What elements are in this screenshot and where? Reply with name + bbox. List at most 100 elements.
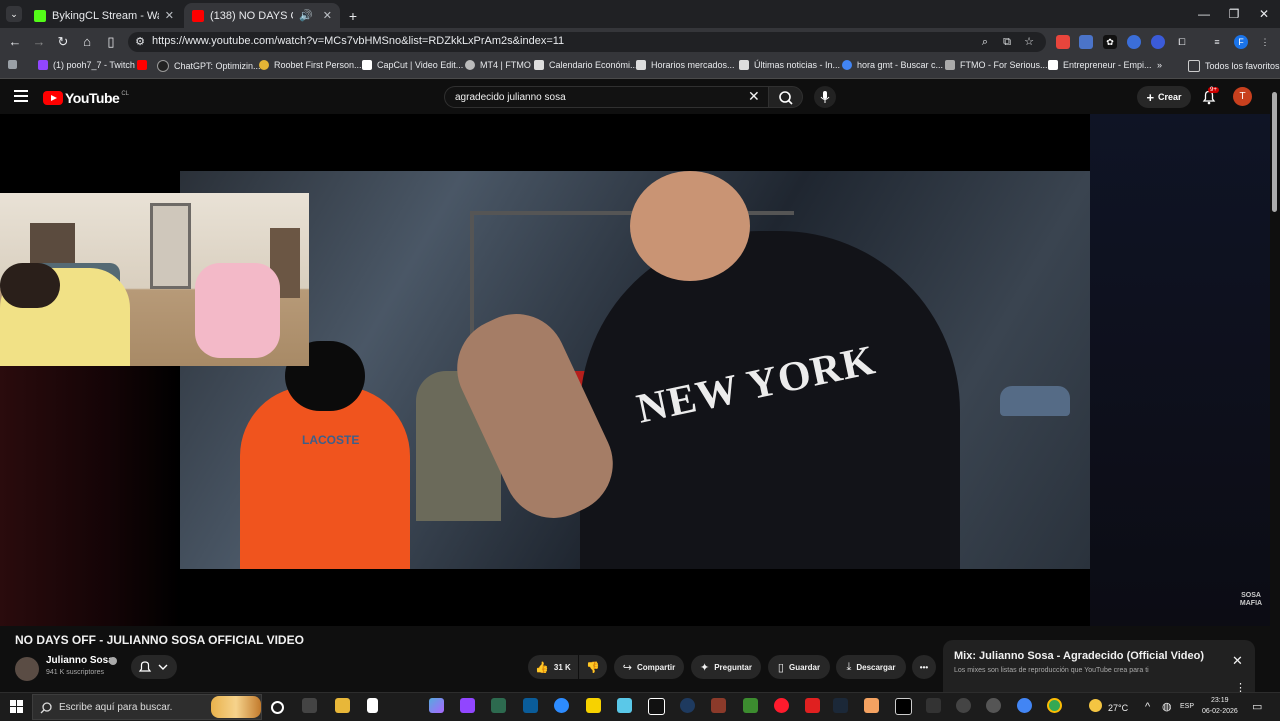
close-tab-icon[interactable]: ✕ xyxy=(323,9,332,22)
close-tab-icon[interactable]: ✕ xyxy=(165,9,174,22)
mix-title[interactable]: Mix: Julianno Sosa - Agradecido (Officia… xyxy=(954,650,1204,662)
video-frame[interactable]: LACOSTE NEW YORK xyxy=(180,171,1090,569)
task-view-icon[interactable] xyxy=(302,698,317,713)
tab-search-icon[interactable]: ⌄ xyxy=(6,6,22,22)
zoom-icon[interactable] xyxy=(554,698,569,713)
all-bookmarks-folder[interactable]: Todos los favoritos xyxy=(1188,60,1280,72)
voice-search-button[interactable] xyxy=(814,86,836,108)
language-indicator[interactable]: ESP xyxy=(1180,703,1194,710)
zoom-icon[interactable]: ⌕ xyxy=(978,35,992,49)
hamburger-menu-icon[interactable] xyxy=(14,90,28,102)
bookmark-mt4[interactable]: MT4 | FTMO xyxy=(465,60,531,70)
profile-avatar[interactable]: F xyxy=(1234,35,1248,49)
apps-icon[interactable] xyxy=(8,60,22,69)
network-globe-icon[interactable]: ◍ xyxy=(1162,700,1172,713)
forward-icon[interactable]: → xyxy=(30,33,48,51)
more-actions-icon[interactable]: ••• xyxy=(912,655,936,679)
weather-temperature[interactable]: 27°C xyxy=(1108,703,1128,713)
app-icon[interactable] xyxy=(926,698,941,713)
extension-icon[interactable] xyxy=(1151,35,1165,49)
opera-icon[interactable] xyxy=(774,698,789,713)
twitch-icon[interactable] xyxy=(460,698,475,713)
app-icon[interactable] xyxy=(680,698,695,713)
side-panel-icon[interactable]: ▯ xyxy=(102,33,120,51)
notification-center-icon[interactable]: ▭ xyxy=(1252,700,1262,713)
youtube-logo[interactable]: YouTube CL xyxy=(43,90,129,106)
like-button[interactable]: 👍 31 K xyxy=(528,655,578,679)
windows-start-icon[interactable] xyxy=(10,700,23,713)
copilot-icon[interactable] xyxy=(429,698,444,713)
cortana-icon[interactable] xyxy=(271,701,284,714)
sticky-notes-icon[interactable] xyxy=(586,698,601,713)
chevron-up-icon[interactable]: ^ xyxy=(1145,701,1150,713)
more-bookmarks-icon[interactable]: » xyxy=(1157,60,1162,70)
bookmark-youtube[interactable] xyxy=(137,60,152,70)
cast-icon[interactable]: ⧉ xyxy=(1000,35,1014,49)
bookmark-ftmo[interactable]: FTMO - For Serious... xyxy=(945,60,1048,70)
new-tab-button[interactable]: + xyxy=(342,3,364,28)
extension-icon[interactable] xyxy=(1056,35,1070,49)
search-input[interactable]: agradecido julianno sosa xyxy=(444,86,768,108)
bookmark-horarios[interactable]: Horarios mercados... xyxy=(636,60,735,70)
subscription-bell-button[interactable] xyxy=(131,655,177,679)
chrome-icon[interactable] xyxy=(1017,698,1032,713)
extensions-puzzle-icon[interactable]: ⧠ xyxy=(1175,35,1189,49)
channel-avatar[interactable] xyxy=(15,657,39,681)
steam-icon[interactable] xyxy=(833,698,848,713)
reading-list-icon[interactable]: ≡ xyxy=(1210,35,1224,49)
app-icon[interactable] xyxy=(864,698,879,713)
tab-youtube[interactable]: (138) NO DAYS OFF - JULIA 🔊 ✕ xyxy=(184,3,340,28)
clock-date[interactable]: 06-02-2026 xyxy=(1202,708,1238,715)
notepad-icon[interactable] xyxy=(367,698,378,713)
reload-icon[interactable]: ↻ xyxy=(54,33,72,51)
user-avatar[interactable]: T xyxy=(1233,87,1252,106)
back-icon[interactable]: ← xyxy=(6,33,24,51)
app-icon[interactable] xyxy=(986,698,1001,713)
app-icon[interactable] xyxy=(805,698,820,713)
bookmark-roobet[interactable]: Roobet First Person... xyxy=(259,60,362,70)
clock-time[interactable]: 23:19 xyxy=(1211,697,1229,704)
app-icon[interactable] xyxy=(523,698,538,713)
tiktok-icon[interactable] xyxy=(895,698,912,715)
chrome-active-icon[interactable] xyxy=(1047,698,1062,713)
dislike-button[interactable]: 👎 xyxy=(579,655,607,679)
bookmark-chatgpt[interactable]: ChatGPT: Optimizin... xyxy=(157,60,261,72)
restore-button[interactable]: ❐ xyxy=(1219,4,1249,24)
taskbar-search-input[interactable]: Escribe aquí para buscar. xyxy=(32,694,262,720)
save-button[interactable]: ▯ Guardar xyxy=(768,655,830,679)
extension-icon[interactable] xyxy=(1127,35,1141,49)
create-button[interactable]: + Crear xyxy=(1137,86,1191,108)
bookmark-star-icon[interactable]: ☆ xyxy=(1022,35,1036,49)
file-explorer-icon[interactable] xyxy=(335,698,350,713)
search-button[interactable] xyxy=(768,86,803,108)
capcut-icon[interactable] xyxy=(648,698,665,715)
app-icon[interactable] xyxy=(491,698,506,713)
address-bar[interactable]: ⚙ https://www.youtube.com/watch?v=MCs7vb… xyxy=(128,32,1046,52)
translate-icon[interactable] xyxy=(1079,35,1093,49)
channel-name[interactable]: Julianno Sosa xyxy=(46,655,114,666)
speaker-icon[interactable]: 🔊 xyxy=(299,9,313,22)
minimize-button[interactable]: — xyxy=(1189,4,1219,24)
download-button[interactable]: ⤓ Descargar xyxy=(836,655,906,679)
tab-bykingcl[interactable]: BykingCL Stream - Watch Live o ✕ xyxy=(26,3,182,28)
bookmark-capcut[interactable]: CapCut | Video Edit... xyxy=(362,60,463,70)
bookmark-google[interactable]: hora gmt - Buscar c... xyxy=(842,60,943,70)
scrollbar-thumb[interactable] xyxy=(1272,92,1277,212)
close-window-button[interactable]: ✕ xyxy=(1249,4,1279,24)
game-icon[interactable] xyxy=(711,698,726,713)
minecraft-icon[interactable] xyxy=(743,698,758,713)
site-info-icon[interactable]: ⚙ xyxy=(133,35,147,49)
clear-search-icon[interactable]: ✕ xyxy=(748,88,760,105)
share-button[interactable]: ↪ Compartir xyxy=(614,655,684,679)
app-icon[interactable] xyxy=(617,698,632,713)
home-icon[interactable]: ⌂ xyxy=(78,33,96,51)
bookmark-entrepreneur[interactable]: Entrepreneur - Empi... xyxy=(1048,60,1152,70)
page-scrollbar[interactable] xyxy=(1270,80,1280,690)
bookmark-calendario[interactable]: Calendario Económi... xyxy=(534,60,638,70)
bookmark-twitch[interactable]: (1) pooh7_7 - Twitch xyxy=(38,60,135,70)
ask-button[interactable]: ✦ Preguntar xyxy=(691,655,761,679)
extension-icon[interactable]: ✿ xyxy=(1103,35,1117,49)
close-icon[interactable]: ✕ xyxy=(1232,653,1243,669)
bookmark-noticias[interactable]: Últimas noticias - In... xyxy=(739,60,840,70)
settings-gear-icon[interactable] xyxy=(956,698,971,713)
